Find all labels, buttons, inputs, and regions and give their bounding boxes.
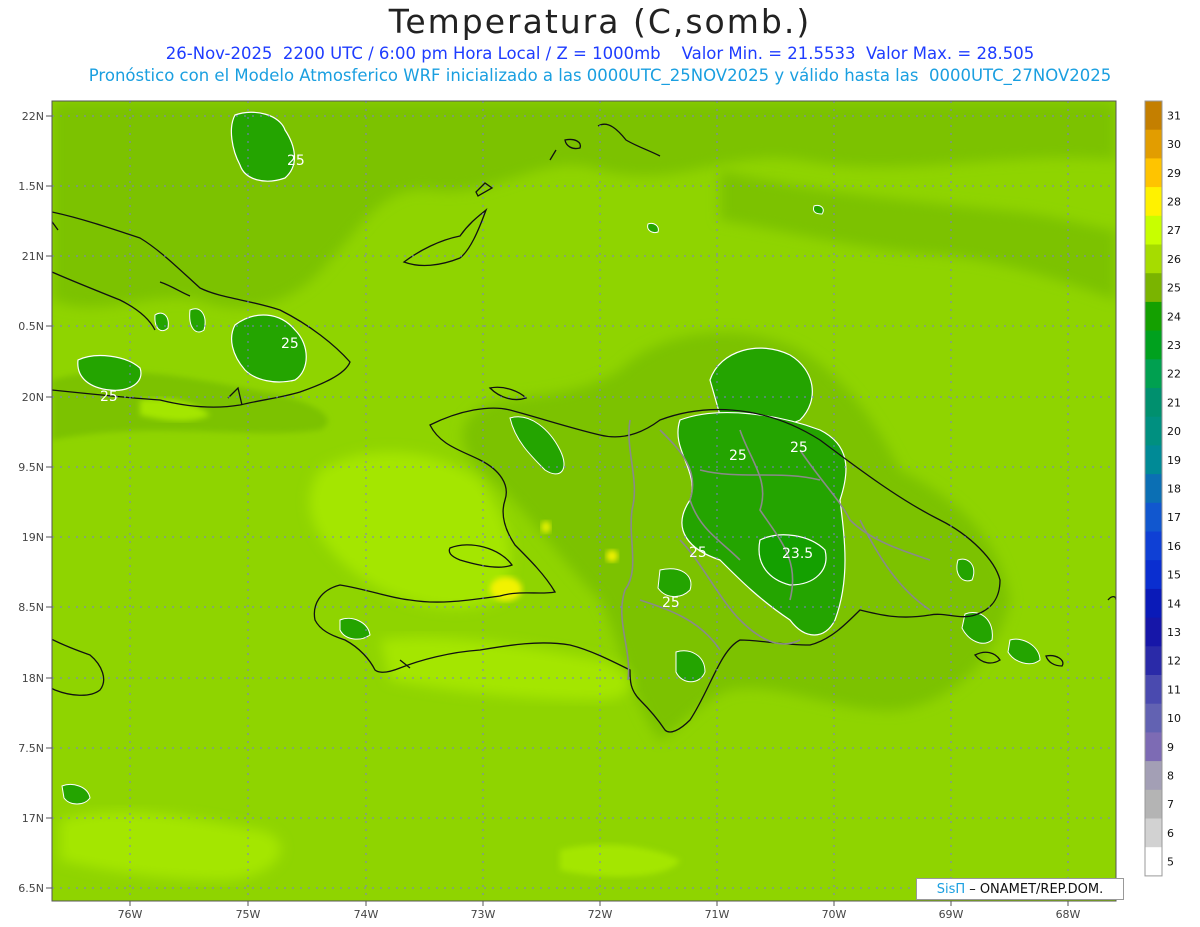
colorbar-swatch <box>1145 129 1162 159</box>
lat-tick-label: 21N <box>22 250 44 263</box>
colorbar-label: 7 <box>1167 798 1174 811</box>
lon-tick-label: 72W <box>588 908 613 921</box>
colorbar-swatch <box>1145 675 1162 705</box>
credit-text: – ONAMET/REP.DOM. <box>969 881 1104 897</box>
colorbar-swatch <box>1145 847 1162 877</box>
colorbar-label: 26 <box>1167 253 1181 266</box>
lon-tick-label: 68W <box>1056 908 1081 921</box>
lat-tick-label: 19N <box>22 531 44 544</box>
colorbar-label: 18 <box>1167 482 1181 495</box>
colorbar-label: 8 <box>1167 770 1174 783</box>
lat-tick-label: 6.5N <box>18 882 44 895</box>
colorbar-label: 19 <box>1167 454 1181 467</box>
colorbar-label: 9 <box>1167 741 1174 754</box>
colorbar-swatch <box>1145 273 1162 303</box>
colorbar-label: 13 <box>1167 626 1181 639</box>
shaded-field <box>52 101 1116 901</box>
colorbar-swatch <box>1145 761 1162 791</box>
colorbar-swatch <box>1145 617 1162 647</box>
colorbar-swatch <box>1145 445 1162 475</box>
lat-tick-label: 1.5N <box>18 180 44 193</box>
colorbar-label: 12 <box>1167 655 1181 668</box>
lat-tick-label: 22N <box>22 110 44 123</box>
colorbar-swatch <box>1145 101 1162 131</box>
lat-tick-label: 0.5N <box>18 320 44 333</box>
colorbar-label: 6 <box>1167 827 1174 840</box>
credit-box: SisΠ – ONAMET/REP.DOM. <box>916 878 1124 900</box>
longitude-axis: 76W 75W 74W 73W 72W 71W 70W 69W 68W <box>118 901 1081 921</box>
colorbar-label: 31 <box>1167 109 1181 122</box>
colorbar-label: 5 <box>1167 856 1174 869</box>
colorbar-swatch <box>1145 388 1162 418</box>
colorbar-swatch <box>1145 588 1162 619</box>
contour-label: 23.5 <box>782 546 813 562</box>
lat-tick-label: 8.5N <box>18 601 44 614</box>
lat-tick-label: 20N <box>22 391 44 404</box>
lon-tick-label: 76W <box>118 908 143 921</box>
lon-tick-label: 71W <box>705 908 730 921</box>
lat-tick-label: 7.5N <box>18 742 44 755</box>
colorbar-label: 23 <box>1167 339 1181 352</box>
colorbar-swatch <box>1145 646 1162 676</box>
colorbar-swatch <box>1145 732 1162 762</box>
colorbar-swatch <box>1145 502 1162 532</box>
colorbar-swatch <box>1145 703 1162 733</box>
colorbar-label: 10 <box>1167 712 1181 725</box>
colorbar-label: 22 <box>1167 368 1181 381</box>
colorbar-swatch <box>1145 187 1162 217</box>
lon-tick-label: 74W <box>354 908 379 921</box>
colorbar-label: 20 <box>1167 425 1181 438</box>
contour-label: 25 <box>729 448 747 464</box>
colorbar-label: 27 <box>1167 224 1181 237</box>
colorbar-swatch <box>1145 560 1162 590</box>
colorbar-swatch <box>1145 301 1162 332</box>
lon-tick-label: 70W <box>822 908 847 921</box>
colorbar-label: 21 <box>1167 396 1181 409</box>
colorbar-label: 30 <box>1167 138 1181 151</box>
colorbar-swatch <box>1145 158 1162 188</box>
colorbar-label: 16 <box>1167 540 1181 553</box>
latitude-axis: 22N 1.5N 21N 0.5N 20N 9.5N 19N 8.5N 18N … <box>18 110 52 895</box>
contour-label: 25 <box>689 545 707 561</box>
colorbar-swatch <box>1145 330 1162 360</box>
lon-tick-label: 73W <box>471 908 496 921</box>
colorbar-swatch <box>1145 244 1162 274</box>
lat-tick-label: 9.5N <box>18 461 44 474</box>
contour-label: 25 <box>281 336 299 352</box>
colorbar-legend: 31 30 29 28 27 26 25 24 23 22 21 20 19 18 17 16 15 14 13 12… <box>1144 100 1181 877</box>
colorbar-swatch <box>1145 531 1162 561</box>
colorbar-swatch <box>1145 359 1162 389</box>
colorbar-label: 15 <box>1167 569 1181 582</box>
colorbar-label: 17 <box>1167 511 1181 524</box>
contour-label: 25 <box>662 595 680 611</box>
lat-tick-label: 17N <box>22 812 44 825</box>
contour-label: 25 <box>100 389 118 405</box>
colorbar-swatch <box>1145 215 1162 245</box>
colorbar-label: 28 <box>1167 195 1181 208</box>
colorbar-label: 25 <box>1167 282 1181 295</box>
colorbar-label: 14 <box>1167 597 1181 610</box>
contour-label: 25 <box>790 440 808 456</box>
colorbar-label: 29 <box>1167 167 1181 180</box>
colorbar-swatch <box>1145 789 1162 819</box>
lat-tick-label: 18N <box>22 672 44 685</box>
colorbar-swatch <box>1145 474 1162 504</box>
colorbar-label: 24 <box>1167 310 1181 323</box>
colorbar-swatch <box>1145 416 1162 446</box>
lon-tick-label: 75W <box>236 908 261 921</box>
lon-tick-label: 69W <box>939 908 964 921</box>
contour-label: 25 <box>287 153 305 169</box>
temperature-map: 25 25 25 25 25 25 25 23.5 22N 1.5N 21N 0… <box>18 100 1181 921</box>
colorbar-swatch <box>1145 818 1162 848</box>
colorbar-label: 11 <box>1167 683 1181 696</box>
sispi-logo: SisΠ <box>936 881 966 897</box>
